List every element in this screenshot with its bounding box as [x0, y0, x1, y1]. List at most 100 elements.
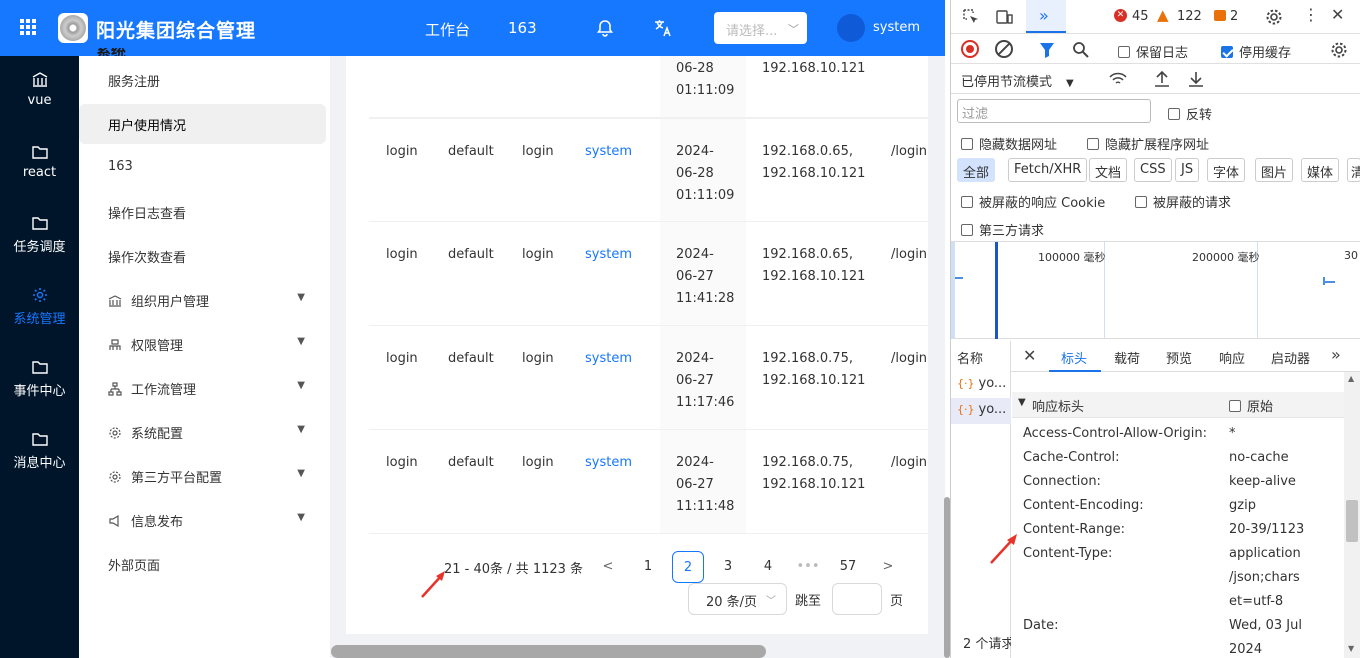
menu-item-org-users[interactable]: 组织用户管理 ▼	[79, 280, 331, 320]
page-ellipsis[interactable]: •••	[792, 551, 824, 583]
folder-icon	[31, 361, 48, 374]
tab-initiator[interactable]: 启动器	[1271, 348, 1310, 367]
menu-item-user-usage[interactable]: 用户使用情况	[79, 104, 326, 144]
type-filter-js[interactable]: JS	[1175, 158, 1200, 182]
scrollbar-thumb[interactable]	[1346, 500, 1358, 542]
filter-icon[interactable]	[1037, 40, 1057, 60]
type-filter-clear[interactable]: 清	[1347, 158, 1360, 182]
menu-item-external[interactable]: 外部页面	[79, 544, 331, 584]
page-2-current[interactable]: 2	[672, 551, 704, 583]
device-toolbar-icon[interactable]	[994, 7, 1014, 27]
ip-cell: 192.168.0.65, 192.168.10.121	[762, 247, 866, 284]
network-conditions-icon[interactable]	[1108, 69, 1128, 89]
warning-count[interactable]: 122	[1177, 9, 1202, 24]
upload-icon[interactable]	[1152, 69, 1172, 89]
menu-item-third-party[interactable]: 第三方平台配置 ▼	[79, 456, 331, 496]
type-filter-doc[interactable]: 文档	[1089, 158, 1128, 182]
user-link[interactable]: system	[585, 348, 632, 370]
apps-grid-icon[interactable]	[20, 19, 36, 35]
network-timeline[interactable]: 100000 毫秒 200000 毫秒 30	[951, 241, 1360, 339]
record-icon[interactable]	[961, 40, 979, 58]
request-item[interactable]: {·} yo...	[951, 372, 1011, 398]
hide-data-urls-checkbox[interactable]: 隐藏数据网址	[961, 134, 1057, 153]
header-value: *	[1229, 426, 1236, 441]
detail-scrollbar[interactable]: ▲ ▼	[1344, 372, 1360, 658]
page-57[interactable]: 57	[832, 551, 864, 583]
filter-input[interactable]: 过滤	[957, 99, 1151, 123]
blocked-requests-checkbox[interactable]: 被屏蔽的请求	[1135, 192, 1231, 211]
horizontal-scrollbar[interactable]	[331, 644, 945, 658]
type-filter-font[interactable]: 字体	[1207, 158, 1246, 182]
throttle-select[interactable]: 已停用节流模式 ▼	[961, 71, 1074, 90]
table-row: login default login system 2024- 06-28 01:…	[369, 118, 929, 222]
menu-item-op-log[interactable]: 操作日志查看	[79, 192, 331, 232]
sider-item-vue[interactable]: vue	[0, 56, 79, 128]
page-1[interactable]: 1	[632, 551, 664, 583]
type-filter-img[interactable]: 图片	[1255, 158, 1294, 182]
blocked-cookies-checkbox[interactable]: 被屏蔽的响应 Cookie	[961, 192, 1105, 211]
tab-payload[interactable]: 载荷	[1114, 348, 1140, 367]
jump-input[interactable]	[832, 583, 882, 615]
devtools-tab-more[interactable]: »	[1026, 0, 1066, 33]
raw-checkbox[interactable]: 原始	[1229, 396, 1273, 415]
tab-headers[interactable]: 标头	[1061, 348, 1087, 367]
request-item-selected[interactable]: {·} yo...	[951, 398, 1011, 424]
tab-response[interactable]: 响应	[1219, 348, 1245, 367]
sider-item-label: 系统管理	[13, 312, 66, 327]
path-cell: /login	[891, 247, 928, 262]
hide-ext-urls-checkbox[interactable]: 隐藏扩展程序网址	[1087, 134, 1209, 153]
sider-item-messages[interactable]: 消息中心	[0, 415, 79, 487]
page-size-select[interactable]: 20 条/页 ﹀	[688, 583, 787, 615]
network-settings-icon[interactable]	[1329, 40, 1349, 60]
menu-item-op-count[interactable]: 操作次数查看	[79, 236, 331, 276]
ip-cell: 192.168.0.65, 192.168.10.121	[762, 144, 866, 181]
download-icon[interactable]	[1186, 69, 1206, 89]
page-4[interactable]: 4	[752, 551, 784, 583]
prev-page-button[interactable]: <	[592, 551, 624, 583]
menu-item-service-registry[interactable]: 服务注册	[79, 60, 331, 100]
next-page-button[interactable]: >	[872, 551, 904, 583]
invert-checkbox[interactable]: 反转	[1168, 104, 1212, 123]
tab-preview[interactable]: 预览	[1166, 348, 1192, 367]
third-party-checkbox[interactable]: 第三方请求	[961, 220, 1044, 239]
type-filter-media[interactable]: 媒体	[1301, 158, 1340, 182]
issue-count[interactable]: 2	[1230, 9, 1238, 24]
menu-item-permissions[interactable]: 权限管理 ▼	[79, 324, 331, 364]
more-vert-icon[interactable]: ⋮	[1303, 5, 1319, 24]
type-filter-css[interactable]: CSS	[1134, 158, 1172, 182]
sider-item-events[interactable]: 事件中心	[0, 343, 79, 415]
menu-item-163[interactable]: 163	[79, 148, 331, 188]
clear-icon[interactable]	[995, 40, 1013, 58]
type-cell: login	[386, 247, 418, 262]
inspect-icon[interactable]	[961, 7, 981, 27]
sider-item-system[interactable]: 系统管理	[0, 271, 79, 343]
sider-item-react[interactable]: react	[0, 128, 79, 200]
op-cell: login	[522, 455, 554, 470]
user-link[interactable]: system	[585, 452, 632, 474]
chevron-down-icon: ▼	[297, 380, 305, 391]
time-cell: 06-28 01:11:09	[676, 61, 735, 98]
disable-cache-checkbox[interactable]: 停用缓存	[1221, 42, 1291, 61]
page-3[interactable]: 3	[712, 551, 744, 583]
search-icon[interactable]	[1071, 40, 1091, 60]
sider-item-task[interactable]: 任务调度	[0, 199, 79, 271]
user-link[interactable]: system	[585, 141, 632, 163]
time-cell: 2024- 06-27 11:41:28	[676, 247, 735, 306]
user-link[interactable]: system	[585, 244, 632, 266]
scrollbar-thumb[interactable]	[331, 645, 766, 658]
response-headers-section[interactable]: ▼ 响应标头 原始	[1012, 392, 1344, 418]
menu-item-publish[interactable]: 信息发布 ▼	[79, 500, 331, 540]
close-detail-icon[interactable]: ✕	[1023, 346, 1036, 365]
settings-gear-icon[interactable]	[1264, 7, 1284, 27]
menu-item-workflow[interactable]: 工作流管理 ▼	[79, 368, 331, 408]
timeline-handle[interactable]	[951, 242, 955, 339]
menu-item-sys-config[interactable]: 系统配置 ▼	[79, 412, 331, 452]
double-chevron-icon[interactable]: »	[1331, 345, 1341, 364]
close-icon[interactable]: ✕	[1331, 5, 1344, 24]
type-filter-all[interactable]: 全部	[957, 158, 996, 182]
chevron-down-icon: ▼	[297, 424, 305, 435]
preserve-log-checkbox[interactable]: 保留日志	[1118, 42, 1188, 61]
ip-cell: 192.168.0.75, 192.168.10.121	[762, 455, 866, 492]
error-count[interactable]: 45	[1132, 9, 1149, 24]
type-filter-xhr[interactable]: Fetch/XHR	[1008, 158, 1088, 182]
